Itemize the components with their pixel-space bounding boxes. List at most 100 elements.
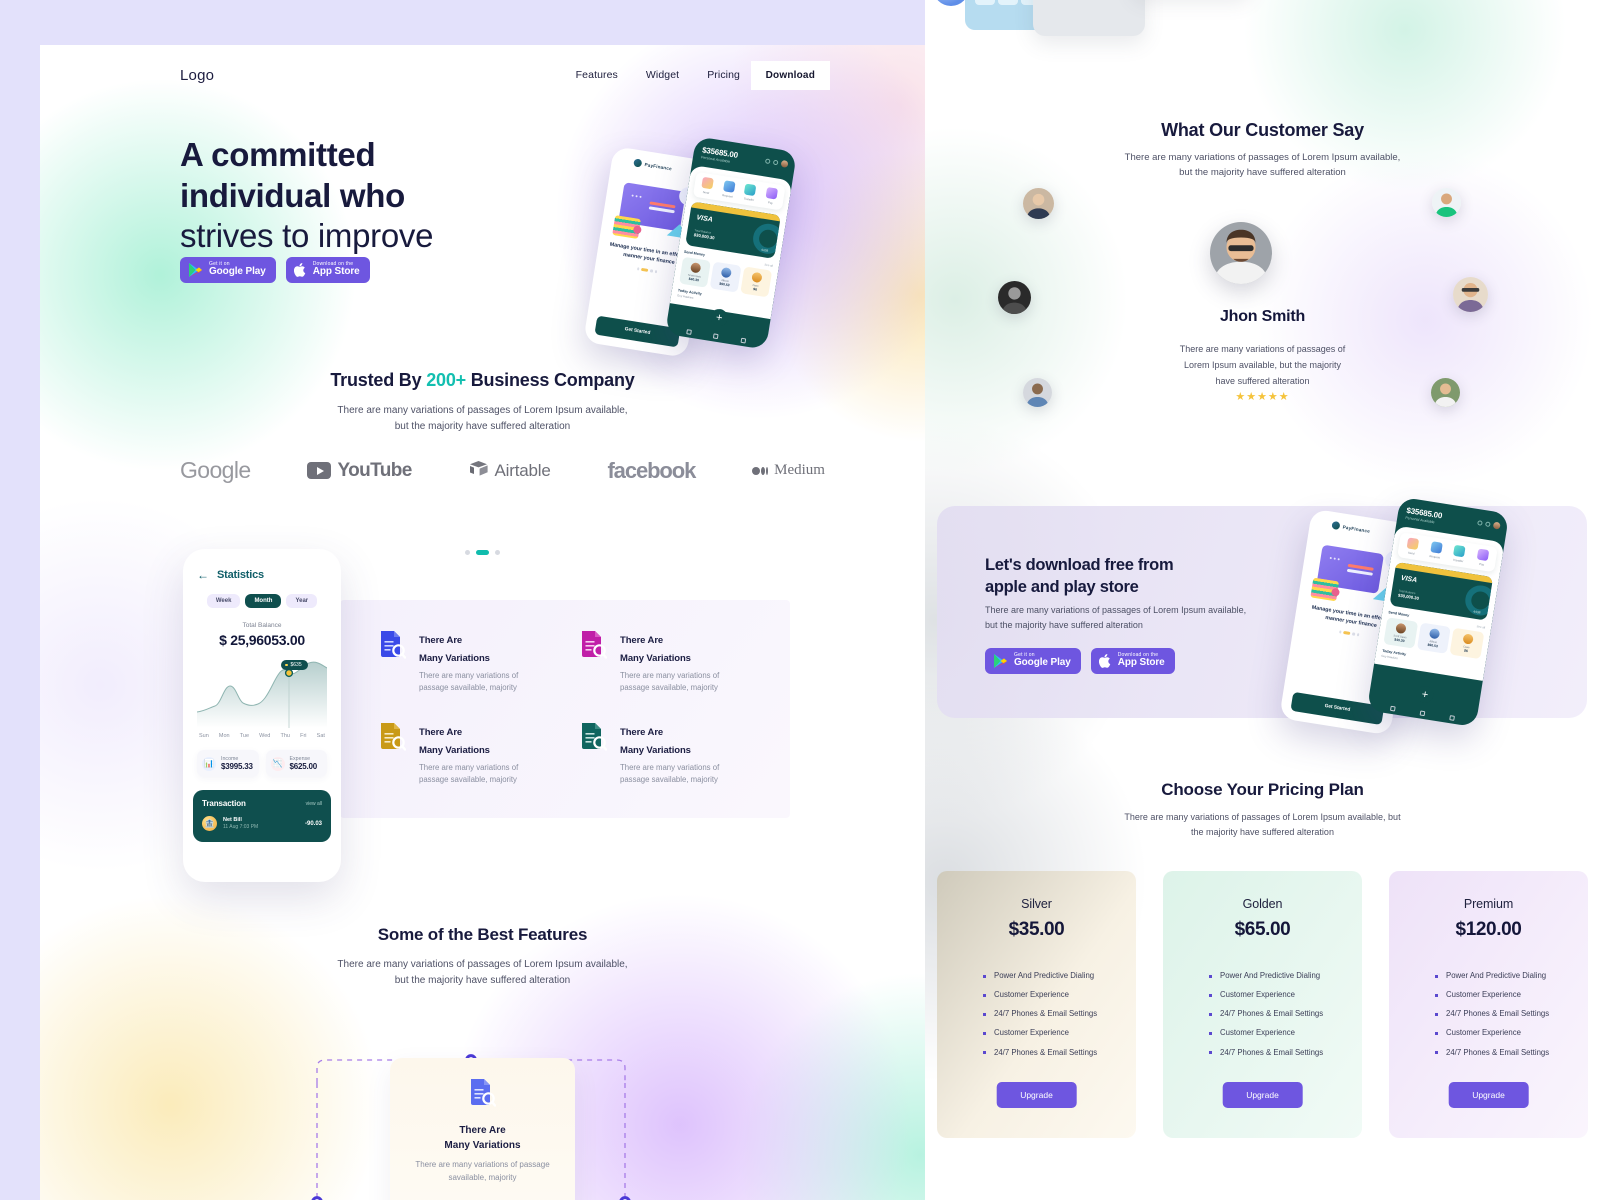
- best-feature-title: There Are Many Variations: [444, 1125, 521, 1151]
- apple-icon: [293, 262, 307, 278]
- search-icon: [1477, 520, 1483, 526]
- balance-value: $ 25,96053.00: [219, 632, 305, 648]
- logo-youtube: YouTube: [307, 460, 412, 482]
- quick-action-label: Request: [1429, 554, 1441, 560]
- transaction-name: Net Bill: [223, 817, 242, 823]
- plan-feature: 24/7 Phones & Email Settings: [1209, 1009, 1362, 1019]
- feature-title: There Are Many Variations: [620, 727, 691, 756]
- quick-action-label: Transfer: [1452, 557, 1464, 564]
- profile-icon[interactable]: [1448, 715, 1455, 721]
- download-button[interactable]: Download: [750, 61, 830, 90]
- chart-day-labels: Sun Mon Tue Wed Thu Fri Sat: [199, 733, 325, 739]
- transaction-card: Transaction view all 🏦 Net Bill 11 Aug 7…: [193, 790, 331, 842]
- hero-store-buttons: Get it on Google Play Download on the Ap…: [180, 257, 370, 283]
- app-store-big: App Store: [312, 266, 360, 278]
- transaction-icon: 🏦: [202, 816, 217, 831]
- plan-feature: Customer Experience: [1435, 990, 1588, 1000]
- tab-month[interactable]: Month: [245, 594, 282, 608]
- transaction-amount: -90.03: [304, 820, 322, 827]
- plan-price: $120.00: [1455, 919, 1522, 940]
- feature-item: There Are Many Variations There are many…: [380, 630, 567, 704]
- income-value: $3995.33: [221, 762, 253, 771]
- income-card: 📊 Income $3995.33: [197, 750, 259, 777]
- plan-price: $65.00: [1234, 919, 1291, 940]
- upgrade-button-premium[interactable]: Upgrade: [1448, 1082, 1529, 1108]
- income-chart-icon: 📊: [202, 756, 216, 771]
- plan-feature: Power And Predictive Dialing: [983, 971, 1136, 981]
- pricing-card-golden: Golden $65.00 Power And Predictive Diali…: [1163, 871, 1362, 1138]
- plan-feature: Power And Predictive Dialing: [1209, 971, 1362, 981]
- see-all-link[interactable]: See all: [1476, 624, 1485, 629]
- payfinance-brand: PayFinance: [1342, 524, 1371, 534]
- quick-action-label: Transfer: [743, 196, 755, 203]
- feature-item: There Are Many Variations There are many…: [581, 630, 768, 704]
- plan-feature: Customer Experience: [983, 990, 1136, 1000]
- medium-icon: [752, 466, 769, 475]
- pricing-cards: Silver $35.00 Power And Predictive Diali…: [937, 871, 1588, 1138]
- plan-feature: 24/7 Phones & Email Settings: [983, 1009, 1136, 1019]
- wallet-icon[interactable]: [1419, 710, 1425, 717]
- nav-link-features[interactable]: Features: [576, 69, 618, 81]
- payfinance-logo-icon: [633, 158, 643, 168]
- quick-action-label: Send: [1407, 550, 1415, 556]
- pricing-heading: Choose Your Pricing Plan: [1161, 780, 1364, 799]
- see-all-link[interactable]: See all: [764, 263, 773, 268]
- tab-week[interactable]: Week: [206, 594, 241, 608]
- carousel-dot[interactable]: [465, 550, 470, 555]
- download-cta-subtitle: There are many variations of passages of…: [985, 605, 1247, 631]
- document-search-icon: [380, 630, 407, 660]
- nav-link-pricing[interactable]: Pricing: [707, 69, 740, 81]
- avatar-small[interactable]: [1453, 277, 1488, 312]
- google-play-button-cta[interactable]: Get it on Google Play: [985, 648, 1081, 674]
- trusted-heading: Trusted By 200+ Business Company: [40, 370, 925, 391]
- back-arrow-icon[interactable]: ←: [197, 569, 209, 581]
- gray-card: [1033, 0, 1145, 36]
- wallet-icon[interactable]: [713, 333, 720, 340]
- plan-name: Premium: [1463, 897, 1514, 911]
- upgrade-button-golden[interactable]: Upgrade: [1222, 1082, 1303, 1108]
- hero-phone-mockup: PayFinance Manage your time in an effect…: [550, 105, 820, 380]
- view-all-link[interactable]: view all: [306, 801, 322, 807]
- add-button[interactable]: +: [1415, 684, 1435, 705]
- home-icon[interactable]: [686, 329, 693, 335]
- avatar-small[interactable]: [1023, 188, 1054, 219]
- plan-features: Power And Predictive Dialing Customer Ex…: [937, 971, 1136, 1058]
- carousel-dot-active[interactable]: [476, 550, 489, 555]
- feature-desc: There are many variations of passage sav…: [419, 763, 519, 785]
- testimonial-avatar-main: [1210, 222, 1272, 284]
- rating-stars: ★★★★★: [1235, 391, 1290, 403]
- page-root: Logo Features Widget Pricing Help Downlo…: [0, 0, 1600, 1200]
- home-icon[interactable]: [1389, 705, 1396, 712]
- trusted-heading-pre: Trusted By: [330, 370, 427, 390]
- app-store-button-cta[interactable]: Download on the App Store: [1090, 648, 1175, 674]
- carousel-dot[interactable]: [495, 550, 500, 555]
- youtube-play-icon: [307, 462, 332, 479]
- trusted-heading-post: Business Company: [465, 370, 635, 390]
- bell-icon: [772, 159, 779, 166]
- google-play-big: Google Play: [1014, 657, 1071, 669]
- plan-feature: 24/7 Phones & Email Settings: [1209, 1048, 1362, 1058]
- plan-name: Silver: [1021, 897, 1052, 911]
- trusted-subtitle: There are many variations of passages of…: [337, 405, 628, 432]
- hero-phone-visa-card: VISA Total Balance $30,000.30 4438: [685, 201, 781, 259]
- plan-feature: 24/7 Phones & Email Settings: [1435, 1048, 1588, 1058]
- avatar-small[interactable]: [1432, 188, 1461, 217]
- plan-feature: Customer Experience: [1209, 990, 1362, 1000]
- quick-action-label: Pay: [1478, 561, 1485, 567]
- visa-brand: VISA: [1400, 574, 1418, 585]
- pricing-subtitle: There are many variations of passages of…: [1124, 812, 1401, 838]
- feature-title: There Are Many Variations: [620, 635, 691, 664]
- nav-link-widget[interactable]: Widget: [646, 69, 679, 81]
- apple-icon: [1098, 653, 1112, 669]
- google-play-button[interactable]: Get it on Google Play: [180, 257, 276, 283]
- app-store-button[interactable]: Download on the App Store: [285, 257, 370, 283]
- logo[interactable]: Logo: [180, 67, 214, 84]
- plan-features: Power And Predictive Dialing Customer Ex…: [1163, 971, 1362, 1058]
- google-play-icon: [993, 653, 1008, 669]
- profile-icon[interactable]: [740, 337, 747, 344]
- upgrade-button-silver[interactable]: Upgrade: [996, 1082, 1077, 1108]
- tab-year[interactable]: Year: [286, 594, 318, 608]
- carousel-dots: [40, 550, 925, 555]
- blue-sphere: [933, 0, 969, 6]
- left-panel: Logo Features Widget Pricing Help Downlo…: [40, 45, 925, 1200]
